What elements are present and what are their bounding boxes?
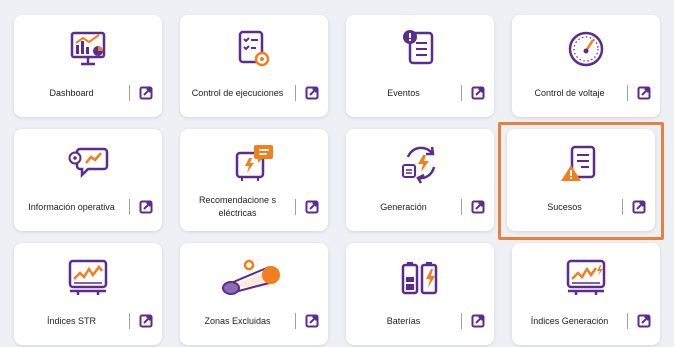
monitor-generation-icon [564, 255, 608, 299]
tile-label: Índices STR [46, 315, 97, 326]
tile-label: Baterías [386, 315, 421, 326]
tile-zonas-excluidas[interactable]: Zonas Excluidas [180, 243, 328, 345]
divider [461, 85, 462, 101]
divider [129, 85, 130, 101]
open-external-icon[interactable] [138, 313, 154, 329]
tile-label: Sucesos [547, 201, 582, 212]
tile-label: Información operativa [28, 201, 115, 212]
control-checklist-icon [232, 27, 276, 71]
tile-footer: Información operativa [20, 191, 154, 223]
tile-footer: Eventos [352, 77, 486, 109]
tile-baterias[interactable]: Baterías [346, 243, 494, 345]
generation-cycle-icon [398, 141, 442, 185]
tile-footer: Generación [352, 191, 486, 223]
divider [622, 199, 623, 215]
divider [295, 199, 296, 215]
tile-generacion[interactable]: Generación [346, 129, 494, 231]
open-external-icon[interactable] [470, 313, 486, 329]
tile-footer: Sucesos [513, 191, 647, 223]
tile-label: Recomendacione s eléctricas [198, 195, 277, 218]
tile-indices-str[interactable]: Índices STR [14, 243, 162, 345]
tile-indices-generacion[interactable]: Índices Generación [512, 243, 660, 345]
tile-sucesos[interactable]: Sucesos [507, 129, 655, 231]
tile-footer: Recomendacione s eléctricas [186, 191, 320, 223]
tile-footer: Índices STR [20, 305, 154, 337]
tile-informacion-operativa[interactable]: Información operativa [14, 129, 162, 231]
open-external-icon[interactable] [304, 85, 320, 101]
divider [129, 313, 130, 329]
info-chat-icon [66, 141, 110, 185]
tile-label: Control de voltaje [534, 87, 605, 98]
divider [295, 85, 296, 101]
tile-footer: Zonas Excluidas [186, 305, 320, 337]
event-alert-icon [398, 27, 442, 71]
tile-label: Zonas Excluidas [204, 315, 271, 326]
open-external-icon[interactable] [636, 313, 652, 329]
battery-icon [398, 255, 442, 299]
tile-dashboard[interactable]: Dashboard [14, 15, 162, 117]
module-grid: Dashboard Control de ejecuciones Eventos… [0, 0, 674, 347]
tile-label: Índices Generación [530, 315, 609, 326]
tile-control-de-ejecuciones[interactable]: Control de ejecuciones [180, 15, 328, 117]
divider [627, 85, 628, 101]
warning-document-icon [559, 141, 603, 185]
electric-recommendation-icon [232, 141, 276, 185]
dashboard-chart-icon [66, 27, 110, 71]
tile-footer: Baterías [352, 305, 486, 337]
divider [627, 313, 628, 329]
tile-footer: Índices Generación [518, 305, 652, 337]
open-external-icon[interactable] [636, 85, 652, 101]
tile-label: Control de ejecuciones [191, 87, 284, 98]
tile-control-de-voltaje[interactable]: Control de voltaje [512, 15, 660, 117]
divider [295, 313, 296, 329]
open-external-icon[interactable] [304, 313, 320, 329]
tile-eventos[interactable]: Eventos [346, 15, 494, 117]
tile-footer: Dashboard [20, 77, 154, 109]
tile-footer: Control de ejecuciones [186, 77, 320, 109]
open-external-icon[interactable] [138, 85, 154, 101]
tile-label: Generación [380, 201, 427, 212]
zone-cone-icon [219, 255, 289, 299]
divider [461, 313, 462, 329]
open-external-icon[interactable] [470, 199, 486, 215]
tile-label: Dashboard [49, 87, 94, 98]
tile-recomendaciones-electricas[interactable]: Recomendacione s eléctricas [180, 129, 328, 231]
open-external-icon[interactable] [631, 199, 647, 215]
divider [129, 199, 130, 215]
open-external-icon[interactable] [138, 199, 154, 215]
monitor-chart-icon [66, 255, 110, 299]
open-external-icon[interactable] [304, 199, 320, 215]
tile-label: Eventos [387, 87, 420, 98]
tile-footer: Control de voltaje [518, 77, 652, 109]
divider [461, 199, 462, 215]
open-external-icon[interactable] [470, 85, 486, 101]
gauge-icon [564, 27, 608, 71]
